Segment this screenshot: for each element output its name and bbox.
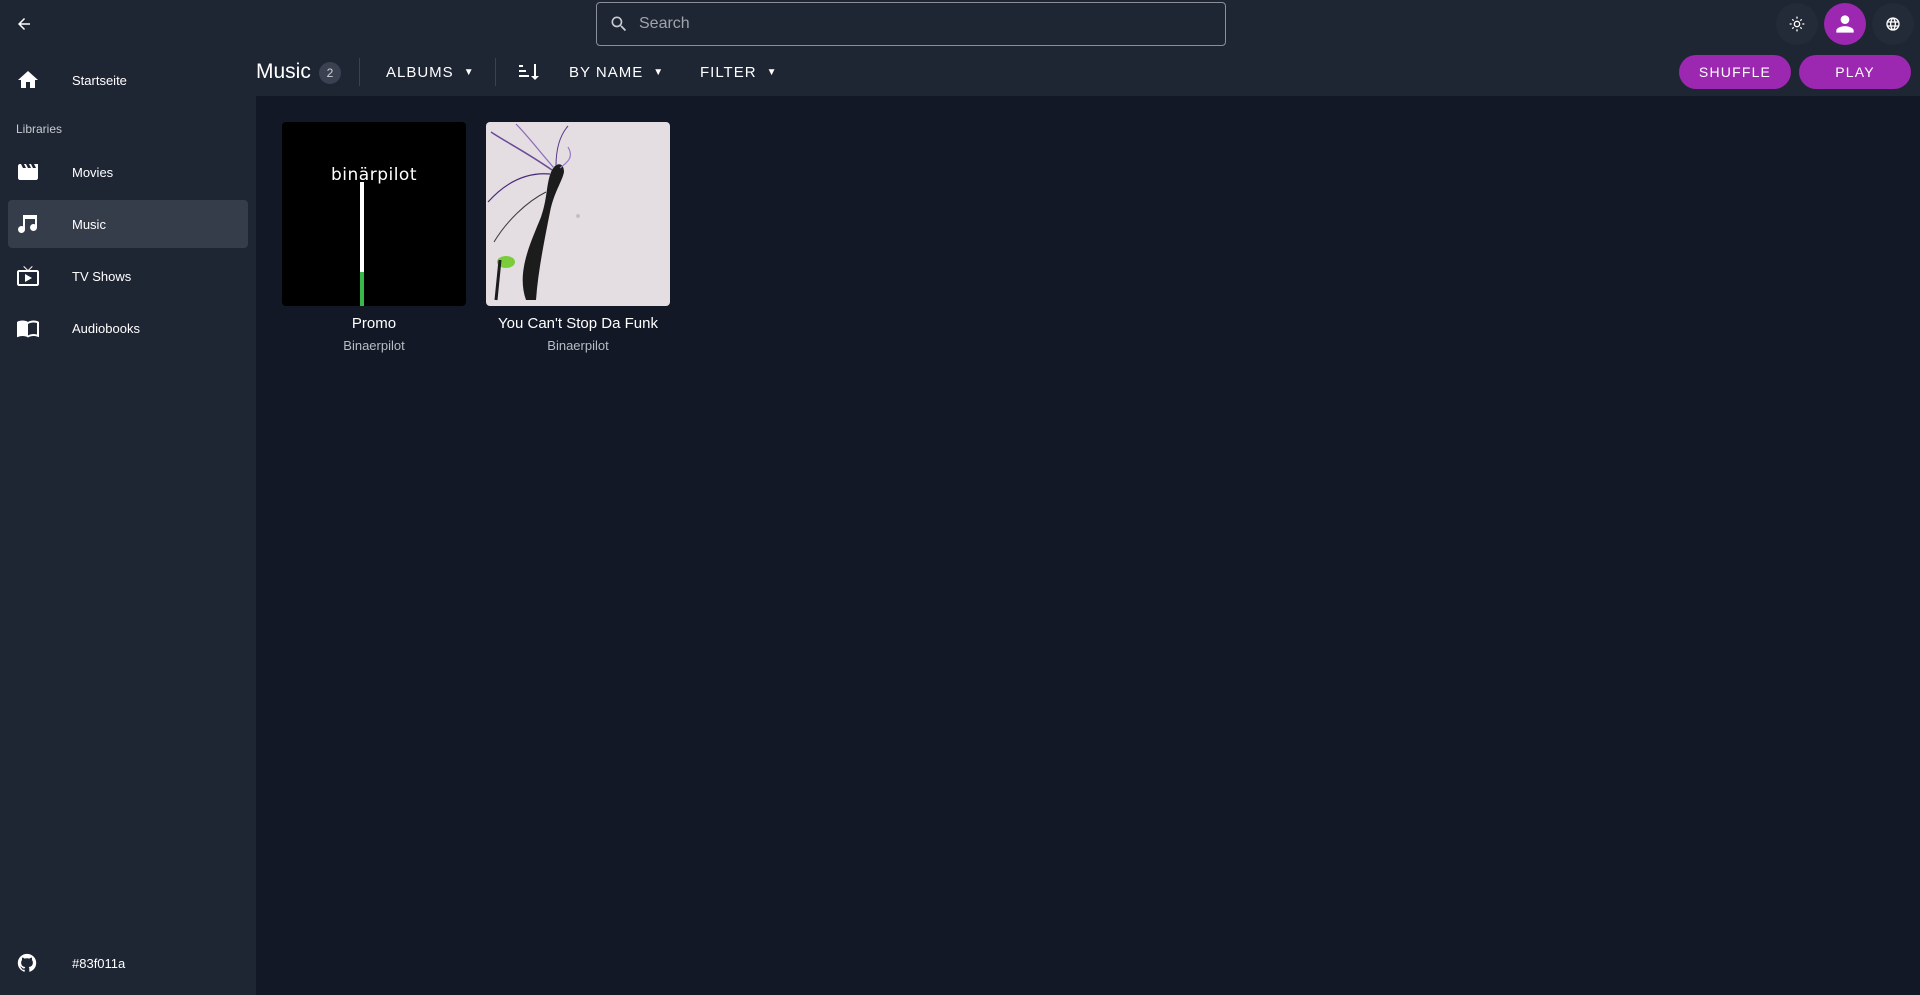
sidebar: Startseite Libraries Movies Music TV Sho…	[0, 48, 256, 995]
book-icon	[8, 316, 48, 340]
item-count-badge: 2	[319, 62, 341, 84]
sidebar-item-music[interactable]: Music	[8, 200, 248, 248]
libraries-heading: Libraries	[16, 122, 63, 136]
sidebar-item-label: Movies	[72, 164, 114, 180]
back-button[interactable]	[8, 8, 40, 40]
user-avatar-button[interactable]	[1824, 3, 1866, 45]
sort-by-label: BY NAME	[569, 63, 644, 81]
caret-down-icon: ▼	[766, 66, 778, 78]
play-button[interactable]: PLAY	[1799, 55, 1911, 89]
version-label: #83f011a	[72, 955, 126, 971]
library-toolbar: Music 2 ALBUMS ▼ BY NAME ▼ FILTER ▼ SHUF…	[256, 48, 1920, 96]
album-title: You Can't Stop Da Funk	[498, 315, 658, 332]
brightness-icon	[1789, 16, 1805, 32]
movie-icon	[8, 160, 48, 184]
sidebar-footer-version[interactable]: #83f011a	[8, 939, 248, 987]
album-title: Promo	[351, 315, 397, 332]
sort-order-button[interactable]	[516, 58, 540, 86]
toolbar-divider	[495, 58, 496, 86]
album-card[interactable]: You Can't Stop Da Funk Binaerpilot	[486, 122, 670, 353]
filter-label: FILTER	[700, 63, 757, 81]
music-note-icon	[8, 212, 48, 236]
top-app-bar	[0, 0, 1920, 48]
sort-by-dropdown[interactable]: BY NAME ▼	[569, 58, 664, 86]
sidebar-item-label: Music	[72, 216, 106, 232]
arrow-back-icon	[18, 18, 30, 30]
account-icon	[1836, 15, 1854, 33]
caret-down-icon: ▼	[463, 66, 475, 78]
sidebar-item-audiobooks[interactable]: Audiobooks	[8, 304, 248, 352]
sidebar-item-label: Audiobooks	[72, 320, 140, 336]
language-button[interactable]	[1872, 3, 1914, 45]
sidebar-item-home[interactable]: Startseite	[8, 56, 248, 104]
sort-descending-icon	[519, 64, 539, 80]
page-title: Music	[256, 60, 311, 83]
caret-down-icon: ▼	[653, 66, 665, 78]
album-artist: Binaerpilot	[547, 338, 609, 353]
sidebar-item-label: Startseite	[72, 72, 127, 88]
github-icon	[8, 952, 48, 974]
search-icon	[611, 16, 627, 32]
search-box[interactable]	[596, 2, 1226, 46]
cover-text: binärpilot	[331, 165, 417, 185]
globe-icon	[1886, 17, 1900, 31]
filter-dropdown[interactable]: FILTER ▼	[700, 58, 777, 86]
view-mode-label: ALBUMS	[386, 63, 454, 81]
tv-icon	[8, 264, 48, 288]
sidebar-item-tv-shows[interactable]: TV Shows	[8, 252, 248, 300]
album-cover: binärpilot	[282, 122, 466, 306]
sidebar-item-label: TV Shows	[72, 268, 132, 284]
home-icon	[8, 68, 48, 92]
search-input[interactable]	[639, 15, 1199, 33]
album-card[interactable]: binärpilot Promo Binaerpilot	[282, 122, 466, 353]
view-mode-dropdown[interactable]: ALBUMS ▼	[386, 58, 475, 86]
album-cover	[486, 122, 670, 306]
theme-toggle-button[interactable]	[1776, 3, 1818, 45]
album-artist: Binaerpilot	[343, 338, 405, 353]
toolbar-divider	[359, 58, 360, 86]
shuffle-button[interactable]: SHUFFLE	[1679, 55, 1791, 89]
sidebar-item-movies[interactable]: Movies	[8, 148, 248, 196]
